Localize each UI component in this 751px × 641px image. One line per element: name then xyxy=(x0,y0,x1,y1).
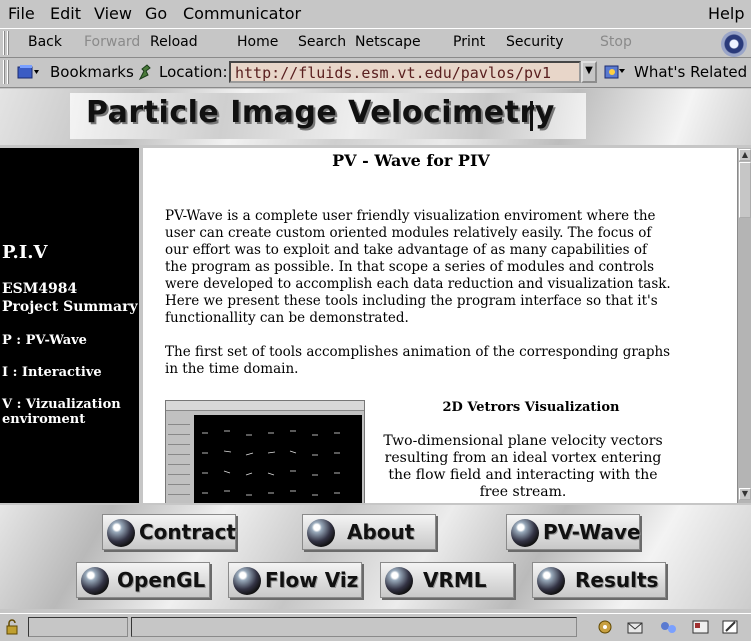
component-bar-address-book-icon[interactable] xyxy=(690,618,712,636)
menu-bar: File Edit View Go Communicator Help xyxy=(0,0,751,28)
about-button-label: About xyxy=(347,520,415,544)
content-vertical-scrollbar[interactable]: ▲ ▼ xyxy=(737,148,751,503)
nav-vizualization: V : Vizualization enviroment xyxy=(2,397,121,427)
figure-caption-title: 2D Vetrors Visualization xyxy=(442,400,620,415)
netscape-logo-icon[interactable] xyxy=(721,31,747,57)
menu-view[interactable]: View xyxy=(94,4,132,23)
search-button[interactable]: Search xyxy=(298,34,346,50)
print-button[interactable]: Print xyxy=(453,34,485,50)
about-button[interactable]: About xyxy=(302,514,436,550)
sphere-icon xyxy=(107,519,135,547)
bottom-nav-frame: Contract About PV-Wave OpenGL Flow Viz V… xyxy=(0,505,751,609)
component-bar-mail-icon[interactable] xyxy=(626,618,648,636)
whats-related-icon[interactable] xyxy=(604,63,626,81)
page-title: PV - Wave for PIV xyxy=(332,151,490,170)
menu-edit[interactable]: Edit xyxy=(50,4,81,23)
nav-pvwave: P : PV-Wave xyxy=(2,333,87,348)
vrml-button-label: VRML xyxy=(423,568,487,592)
menu-go[interactable]: Go xyxy=(145,4,167,23)
security-button[interactable]: Security xyxy=(506,34,564,50)
contract-button[interactable]: Contract xyxy=(102,514,236,550)
banner-title: Particle Image Velocimetry xyxy=(86,95,555,130)
stop-button[interactable]: Stop xyxy=(600,34,632,50)
forward-button[interactable]: Forward xyxy=(84,34,140,50)
nav-interactive: I : Interactive xyxy=(2,365,102,380)
component-bar-navigator-icon[interactable] xyxy=(594,618,616,636)
contract-button-label: Contract xyxy=(139,520,236,544)
status-message-field xyxy=(131,617,577,637)
vrml-button[interactable]: VRML xyxy=(380,562,514,598)
navigation-toolbar: Back Forward Reload Home Search Netscape… xyxy=(0,28,751,58)
nav-piv: P.I.V xyxy=(2,242,48,263)
home-button[interactable]: Home xyxy=(237,34,278,50)
sphere-icon xyxy=(385,567,413,595)
bookmarks-button[interactable]: Bookmarks xyxy=(50,63,134,81)
sphere-icon xyxy=(81,567,109,595)
flow-viz-button-label: Flow Viz xyxy=(265,568,359,592)
back-button[interactable]: Back xyxy=(28,34,62,50)
status-bar xyxy=(0,613,751,641)
sphere-icon xyxy=(233,567,261,595)
results-button[interactable]: Results xyxy=(532,562,666,598)
menu-file[interactable]: File xyxy=(8,4,35,23)
sphere-icon xyxy=(537,567,565,595)
left-nav-frame: P.I.V ESM4984 Project Summary P : PV-Wav… xyxy=(0,148,139,503)
pvwave-button[interactable]: PV-Wave xyxy=(506,514,641,550)
banner-frame: Particle Image Velocimetry xyxy=(0,89,751,145)
bookmarks-icon[interactable] xyxy=(16,64,40,80)
scroll-up-icon[interactable]: ▲ xyxy=(739,149,751,161)
pvwave-button-label: PV-Wave xyxy=(543,520,641,544)
opengl-button-label: OpenGL xyxy=(117,568,206,592)
reload-button[interactable]: Reload xyxy=(150,34,198,50)
thumbnail-sidebar xyxy=(168,415,190,503)
whats-related-button[interactable]: What's Related xyxy=(634,63,747,81)
intro-paragraph: PV-Wave is a complete user friendly visu… xyxy=(165,208,671,326)
location-toolbar: Bookmarks Location: http://fluids.esm.vt… xyxy=(0,58,751,88)
sphere-icon xyxy=(307,519,335,547)
menu-communicator[interactable]: Communicator xyxy=(183,4,301,23)
location-label: Location: xyxy=(159,63,228,81)
banner-text-cursor xyxy=(530,101,533,131)
location-icon[interactable] xyxy=(138,63,152,81)
vectors-screenshot-thumbnail[interactable] xyxy=(165,400,365,503)
opengl-button[interactable]: OpenGL xyxy=(76,562,210,598)
url-dropdown-icon[interactable]: ▼ xyxy=(581,61,597,83)
thumbnail-vector-plot xyxy=(194,415,362,503)
animation-paragraph: The first set of tools accomplishes anim… xyxy=(165,344,671,377)
nav-project-summary: ESM4984 Project Summary xyxy=(2,281,138,315)
figure-caption-text: Two-dimensional plane velocity vectors r… xyxy=(383,433,663,500)
url-input[interactable]: http://fluids.esm.vt.edu/pavlos/pv1 xyxy=(229,61,581,83)
scrollbar-thumb[interactable] xyxy=(739,162,751,218)
thumbnail-titlebar xyxy=(166,401,364,411)
progress-field xyxy=(28,617,128,637)
results-button-label: Results xyxy=(575,568,659,592)
flow-viz-button[interactable]: Flow Viz xyxy=(228,562,362,598)
location-grip[interactable] xyxy=(3,60,11,84)
toolbar-grip[interactable] xyxy=(3,31,11,55)
scroll-down-icon[interactable]: ▼ xyxy=(739,488,751,500)
sphere-icon xyxy=(511,519,539,547)
component-bar-newsgroups-icon[interactable] xyxy=(658,618,680,636)
component-bar-composer-icon[interactable] xyxy=(720,618,742,636)
netscape-button[interactable]: Netscape xyxy=(355,34,421,50)
main-content-frame: PV - Wave for PIV PV-Wave is a complete … xyxy=(143,148,737,503)
menu-help[interactable]: Help xyxy=(708,4,744,23)
security-lock-icon[interactable] xyxy=(4,619,20,635)
